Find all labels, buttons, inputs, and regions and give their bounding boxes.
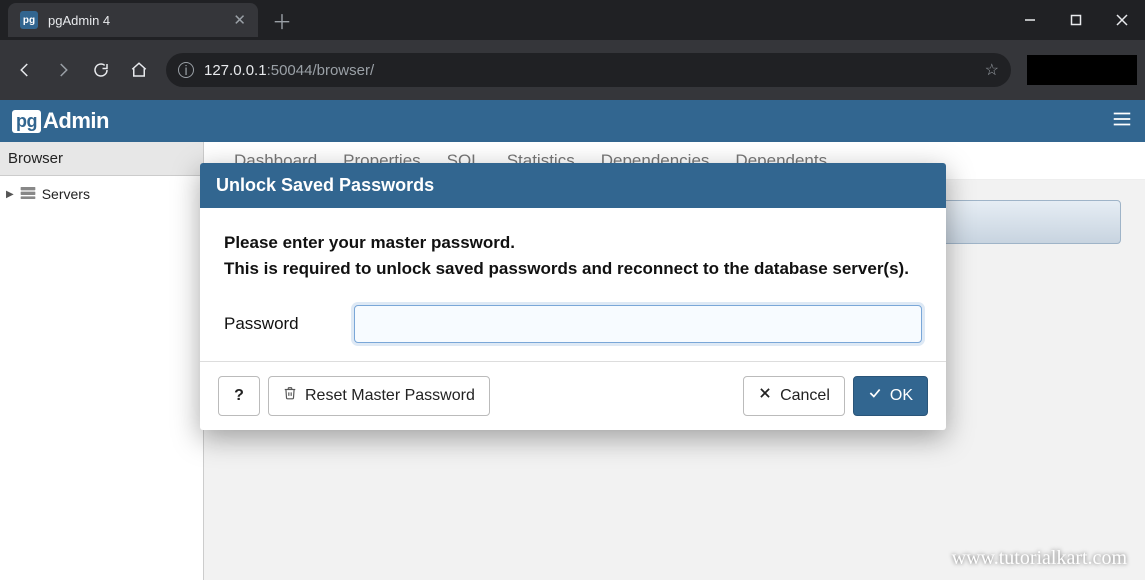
- window-minimize-button[interactable]: [1007, 0, 1053, 40]
- help-button[interactable]: ?: [218, 376, 260, 416]
- nav-back-button[interactable]: [8, 53, 42, 87]
- nav-reload-button[interactable]: [84, 53, 118, 87]
- object-tree: ▶ Servers: [0, 176, 203, 212]
- trash-icon: [283, 386, 297, 405]
- logo-admin: Admin: [43, 108, 109, 134]
- browser-tab[interactable]: pg pgAdmin 4 ✕: [8, 3, 258, 37]
- browser-panel-title: Browser: [8, 150, 63, 167]
- ok-button-label: OK: [890, 387, 913, 405]
- nav-home-button[interactable]: [122, 53, 156, 87]
- ok-button[interactable]: OK: [853, 376, 928, 416]
- tab-title: pgAdmin 4: [48, 13, 223, 28]
- dialog-body: Please enter your master password. This …: [200, 208, 946, 361]
- browser-toolbar: i 127.0.0.1:50044/browser/ ☆: [0, 40, 1145, 100]
- nav-forward-button[interactable]: [46, 53, 80, 87]
- tree-node-label: Servers: [42, 186, 90, 202]
- bookmark-star-icon[interactable]: ☆: [985, 60, 999, 80]
- password-label: Password: [224, 314, 334, 334]
- reset-button-label: Reset Master Password: [305, 387, 475, 405]
- tab-close-icon[interactable]: ✕: [233, 11, 246, 29]
- check-icon: [868, 386, 882, 405]
- browser-panel-header: Browser: [0, 142, 203, 176]
- unlock-passwords-dialog: Unlock Saved Passwords Please enter your…: [200, 163, 946, 430]
- tab-favicon: pg: [20, 11, 38, 29]
- dialog-text-line1: Please enter your master password.: [224, 230, 922, 256]
- window-close-button[interactable]: [1099, 0, 1145, 40]
- menu-hamburger-icon[interactable]: [1111, 108, 1133, 135]
- pgadmin-logo: pgAdmin: [12, 108, 109, 134]
- url-host: 127.0.0.1: [204, 62, 267, 79]
- window-maximize-button[interactable]: [1053, 0, 1099, 40]
- reset-master-password-button[interactable]: Reset Master Password: [268, 376, 490, 416]
- new-tab-button[interactable]: ＋: [272, 6, 292, 35]
- logo-pg: pg: [12, 110, 41, 133]
- window-controls: [1007, 0, 1145, 40]
- browser-chrome: pg pgAdmin 4 ✕ ＋ i 127.0.0.1:50044/brows…: [0, 0, 1145, 100]
- watermark-text: www.tutorialkart.com: [952, 547, 1127, 570]
- site-info-icon[interactable]: i: [178, 62, 194, 78]
- url-text: 127.0.0.1:50044/browser/: [204, 62, 374, 79]
- servers-icon: [20, 186, 36, 203]
- sidebar: Browser ▶ Servers: [0, 142, 204, 580]
- dialog-title: Unlock Saved Passwords: [200, 163, 946, 208]
- tree-node-servers[interactable]: ▶ Servers: [6, 182, 197, 206]
- address-bar[interactable]: i 127.0.0.1:50044/browser/ ☆: [166, 53, 1011, 87]
- password-field-row: Password: [224, 305, 922, 343]
- dialog-footer: ? Reset Master Password Cancel OK: [200, 361, 946, 430]
- close-icon: [758, 386, 772, 405]
- chevron-right-icon: ▶: [6, 189, 14, 200]
- app-header: pgAdmin: [0, 100, 1145, 142]
- password-input[interactable]: [354, 305, 922, 343]
- url-path: :50044/browser/: [267, 62, 375, 79]
- extensions-area[interactable]: [1027, 55, 1137, 85]
- cancel-button-label: Cancel: [780, 387, 830, 405]
- dialog-text-line2: This is required to unlock saved passwor…: [224, 256, 922, 282]
- cancel-button[interactable]: Cancel: [743, 376, 845, 416]
- titlebar: pg pgAdmin 4 ✕ ＋: [0, 0, 1145, 40]
